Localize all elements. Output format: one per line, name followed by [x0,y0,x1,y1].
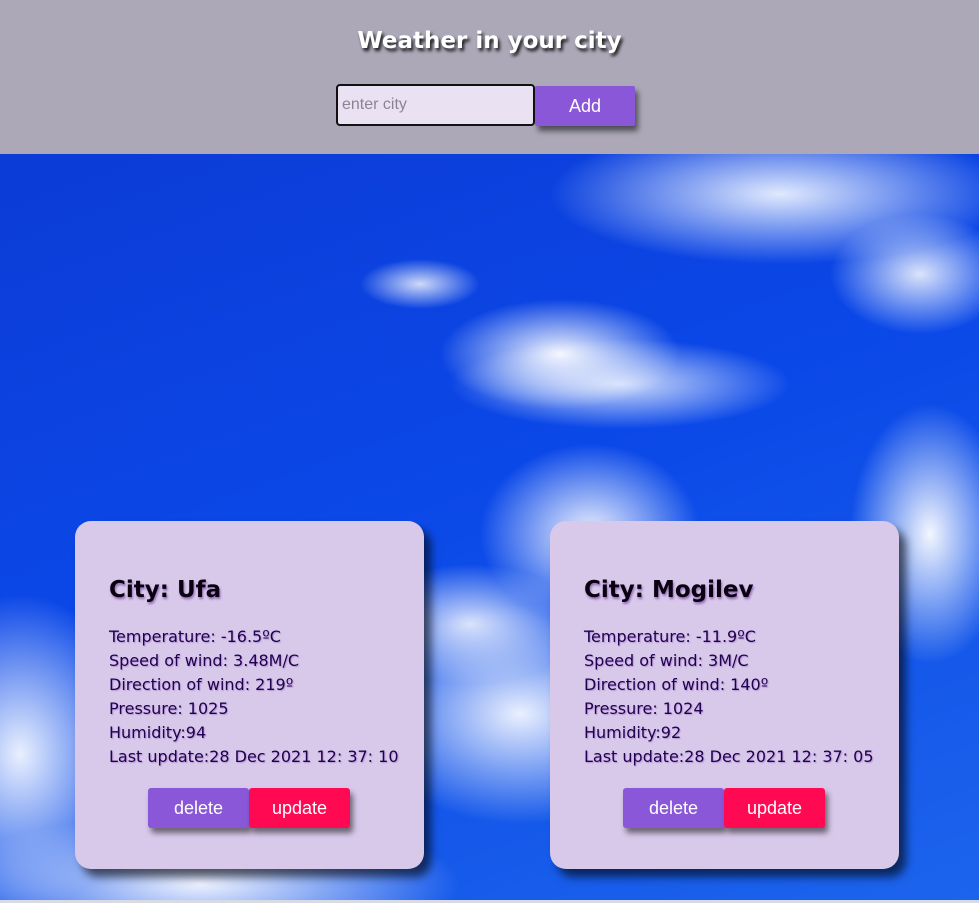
delete-button[interactable]: delete [623,788,724,828]
wind-speed-text: Speed of wind: 3.48M/C [109,651,300,670]
weather-app: Weather in your city Add City: Ufa Tempe… [0,0,979,903]
card-city-title: City: Ufa [109,577,222,603]
wind-direction-text: Direction of wind: 219º [109,675,294,694]
update-button[interactable]: update [249,788,350,828]
humidity-text: Humidity:94 [109,723,207,742]
pressure-text: Pressure: 1025 [109,699,229,718]
temperature-text: Temperature: -16.5ºC [109,627,281,646]
weather-card-ufa: City: Ufa Temperature: -16.5ºC Speed of … [75,521,424,869]
humidity-text: Humidity:92 [584,723,682,742]
weather-card-mogilev: City: Mogilev Temperature: -11.9ºC Speed… [550,521,899,869]
temperature-text: Temperature: -11.9ºC [584,627,756,646]
pressure-text: Pressure: 1024 [584,699,704,718]
city-search-input[interactable] [336,84,535,126]
header-bar: Weather in your city Add [0,0,979,154]
wind-speed-text: Speed of wind: 3M/C [584,651,749,670]
wind-direction-text: Direction of wind: 140º [584,675,769,694]
add-city-button[interactable]: Add [535,86,635,126]
page-title: Weather in your city [357,28,622,54]
delete-button[interactable]: delete [148,788,249,828]
update-button[interactable]: update [724,788,825,828]
card-city-title: City: Mogilev [584,577,754,603]
last-update-text: Last update:28 Dec 2021 12: 37: 10 [109,747,399,766]
last-update-text: Last update:28 Dec 2021 12: 37: 05 [584,747,874,766]
